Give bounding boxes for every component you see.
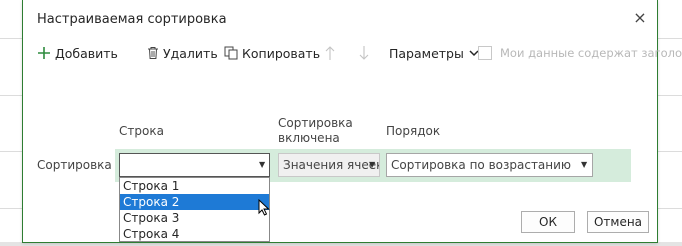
arrow-down-icon (359, 46, 369, 60)
ok-button[interactable]: ОК (521, 211, 575, 233)
gridline (658, 151, 682, 152)
options-button[interactable]: Параметры (389, 42, 480, 64)
copy-level-label: Копировать (242, 45, 321, 61)
move-up-button[interactable] (325, 42, 335, 64)
column-header-row: Строка (119, 124, 164, 138)
sort-level-label: Сортировка (37, 158, 112, 172)
sort-on-header-line1: Сортировка (278, 116, 353, 130)
row-select[interactable]: ▼ (119, 153, 270, 177)
gridline (0, 38, 22, 39)
move-down-button[interactable] (359, 42, 369, 64)
checkbox-box (478, 46, 492, 60)
order-select-value: Сортировка по возрастанию (391, 158, 572, 172)
dialog-title: Настраиваемая сортировка (37, 12, 227, 27)
dropdown-arrow-icon: ▼ (369, 160, 376, 169)
add-level-button[interactable]: Добавить (37, 42, 118, 64)
spreadsheet-background-left (0, 0, 22, 246)
dropdown-arrow-icon: ▼ (259, 160, 266, 169)
close-button[interactable]: × (631, 9, 649, 27)
delete-level-button[interactable]: Удалить (147, 42, 218, 64)
gridline (658, 38, 682, 39)
dropdown-arrow-icon: ▼ (581, 160, 588, 169)
headers-checkbox[interactable]: Мои данные содержат заголовки (478, 42, 682, 64)
column-header-order: Порядок (386, 124, 441, 138)
sort-on-header-line2: включена (278, 131, 340, 145)
gridline (0, 151, 22, 152)
arrow-up-icon (325, 46, 335, 60)
cancel-button[interactable]: Отмена (587, 211, 649, 233)
column-header-sort-on: Сортировка включена (278, 116, 353, 146)
gridline (658, 208, 682, 209)
plus-icon (38, 47, 50, 59)
sort-on-select[interactable]: Значения ячеек ▼ (278, 153, 380, 177)
trash-icon (148, 47, 158, 59)
gridline (658, 95, 682, 96)
options-label: Параметры (389, 45, 464, 61)
dropdown-option-selected[interactable]: Строка 2 (120, 194, 269, 210)
sort-on-select-value: Значения ячеек (283, 158, 380, 172)
headers-checkbox-label: Мои данные содержат заголовки (500, 46, 682, 60)
copy-level-button[interactable]: Копировать (224, 42, 320, 64)
gridline (0, 95, 22, 96)
copy-icon (224, 46, 238, 60)
row-dropdown-list: Строка 1 Строка 2 Строка 3 Строка 4 (119, 177, 270, 242)
spreadsheet-background-right (658, 0, 682, 246)
mouse-cursor-icon (258, 199, 270, 216)
dropdown-option[interactable]: Строка 1 (120, 178, 269, 194)
dropdown-option[interactable]: Строка 4 (120, 226, 269, 242)
close-icon: × (633, 8, 647, 27)
dropdown-option[interactable]: Строка 3 (120, 210, 269, 226)
order-select[interactable]: Сортировка по возрастанию ▼ (386, 153, 593, 177)
custom-sort-dialog: Настраиваемая сортировка × Добавить Удал… (22, 0, 682, 243)
delete-level-label: Удалить (163, 45, 218, 61)
gridline (0, 208, 22, 209)
toolbar: Добавить Удалить Копировать Параметры Мо… (37, 42, 682, 64)
add-level-label: Добавить (55, 45, 118, 61)
